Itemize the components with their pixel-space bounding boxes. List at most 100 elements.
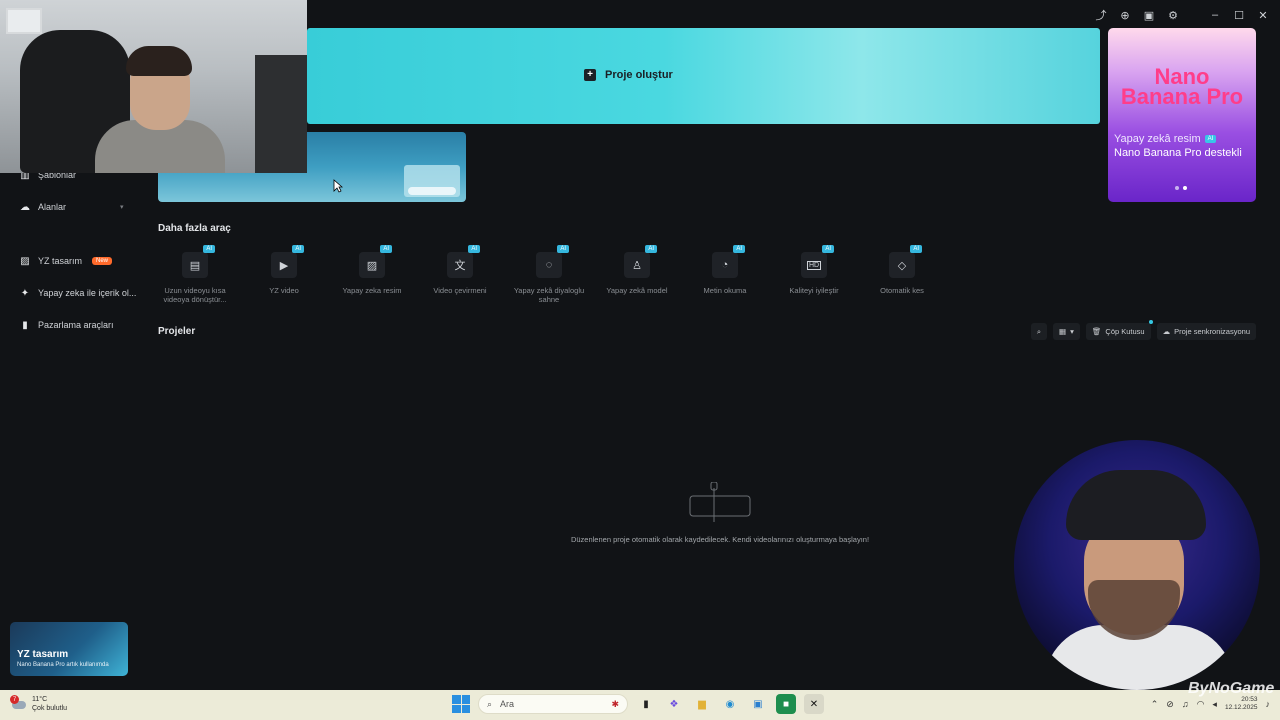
image-icon: ▨ [20,255,30,267]
empty-projects-text: Düzenlenen proje otomatik olarak kaydedi… [570,535,870,544]
person-hair [126,46,192,76]
projects-toolbar: ⌕ ▦ ▾ 🗑 Çöp Kutusu ☁ Proje senkronizasyonu [1030,320,1256,340]
webcam-overlay-right [1014,440,1260,690]
ad-line1-text: Yapay zekâ resim [1114,133,1201,145]
nano-banana-ad[interactable]: Nano Banana Pro Yapay zekâ resim AI Nano… [1108,28,1256,202]
sidebar-item-spaces[interactable]: ☁ Alanlar ▾ [20,202,124,213]
create-project-label: Proje oluştur [605,69,673,81]
sidebar-item-label: Pazarlama araçları [38,320,114,330]
tool-label: Otomatik kes [880,286,924,295]
maximize-icon[interactable]: ☐ [1232,8,1246,22]
chevron-down-icon[interactable]: ▾ [120,203,124,211]
search-icon: ⌕ [487,698,493,709]
notification-bell-icon[interactable]: ♪ [1266,699,1271,709]
trash-button[interactable]: 🗑 Çöp Kutusu [1085,320,1153,340]
tool-label: Video çevirmeni [433,286,487,295]
clock-date: 12.12.2025 [1224,704,1258,711]
tool-long-to-short[interactable]: ▤ AI Uzun videoyu kısa videoya dönüştür..… [155,245,235,304]
ai-badge: AI [468,245,480,253]
tool-enhance-quality[interactable]: HD AI Kaliteyi iyileştir [774,245,854,295]
settings-icon[interactable]: ⚙ [1166,8,1180,22]
ai-badge: AI [203,245,215,253]
tool-text-to-speech[interactable]: ◔ AI Metin okuma [685,245,765,295]
file-explorer-icon[interactable]: ▆ [692,694,712,714]
chevron-up-icon[interactable]: ⌃ [1151,699,1159,710]
volume-icon[interactable]: ◂ [1212,699,1217,710]
store-icon[interactable]: ▣ [748,694,768,714]
tool-label: YZ video [269,286,299,295]
system-tray: ⌃ ⊘ ♫ ◠ ◂ 20:53 12.12.2025 ♪ [1151,696,1270,712]
ai-design-promo[interactable]: YZ tasarım Nano Banana Pro artık kullanı… [10,622,128,676]
tool-label: Yapay zekâ model [606,286,668,295]
minimize-icon[interactable]: – [1208,8,1222,22]
close-icon[interactable]: ✕ [1256,8,1270,22]
card-preview-bar [408,187,456,195]
dialog-icon: ◌ [545,259,553,271]
person-cap [1066,470,1206,540]
weather-widget[interactable]: 7 11°C Çok bulutlu [10,695,67,713]
view-toggle-button[interactable]: ▦ ▾ [1053,323,1080,340]
new-badge: New [92,257,113,265]
speech-icon: ◔ [721,259,729,271]
image-icon: ▨ [366,259,378,272]
feedback-icon[interactable]: ▣ [1142,8,1156,22]
carousel-dot[interactable] [1175,186,1179,190]
tool-label: Yapay zekâ diyaloglu sahne [513,286,585,304]
tool-video-translator[interactable]: 文 AI Video çevirmeni [420,245,500,295]
ad-line2: Nano Banana Pro destekli [1114,147,1242,159]
cloud-sync-icon: ☁ [1162,327,1171,336]
capcut-icon[interactable]: ✕ [804,694,824,714]
tool-dialog-scene[interactable]: ◌ AI Yapay zekâ diyaloglu sahne [509,245,589,304]
network-off-icon[interactable]: ⊘ [1166,699,1174,710]
ai-badge: AI [1204,135,1217,143]
plus-icon: + [584,69,596,81]
create-project-button[interactable]: + Proje oluştur [584,69,673,81]
sparkle-icon: ✦ [20,287,30,299]
sidebar-item-ai-content[interactable]: ✦ Yapay zeka ile içerik ol... [20,287,137,299]
windows-start-icon[interactable] [452,695,470,713]
clock[interactable]: 20:53 12.12.2025 [1225,696,1258,712]
ai-badge: AI [380,245,392,253]
tools-title: Daha fazla araç [158,223,231,234]
mouse-cursor-icon [333,179,343,193]
microphone-icon[interactable]: ♫ [1182,699,1189,709]
app-icon[interactable]: ■ [776,694,796,714]
sidebar-item-label: Alanlar [38,202,67,212]
phone-icon: ▮ [22,319,28,331]
tool-label: Kaliteyi iyileştir [789,286,839,295]
wall-frame [6,8,42,34]
wifi-icon[interactable]: ◠ [1197,699,1205,710]
hd-icon: HD [806,260,822,270]
tool-ai-model[interactable]: ♙ AI Yapay zekâ model [597,245,677,295]
share-icon[interactable]: ⤴ [1094,8,1108,22]
carousel-dot-active[interactable] [1183,186,1187,190]
promo-title: YZ tasarım [17,649,69,660]
tool-ai-video[interactable]: ▶ AI YZ video [244,245,324,295]
tool-ai-image[interactable]: ▨ AI Yapay zeka resim [332,245,412,295]
copilot-icon[interactable]: ❖ [664,694,684,714]
sidebar-item-label: Yapay zeka ile içerik ol... [38,288,137,298]
taskbar-search[interactable]: ⌕ Ara ✱ [478,694,628,714]
projects-title: Projeler [158,326,196,337]
webcam-overlay-left [0,0,307,173]
upload-icon[interactable]: ⊕ [1118,8,1132,22]
sidebar-item-marketing[interactable]: ▮ Pazarlama araçları [20,319,114,331]
task-view-icon[interactable]: ▮ [636,694,656,714]
windows-taskbar: 7 11°C Çok bulutlu ⌕ Ara ✱ ▮ ❖ ▆ ◉ ▣ ■ ✕… [0,690,1280,720]
sidebar-item-ai-design[interactable]: ▨ YZ tasarım New [20,255,113,267]
trash-icon: 🗑 [1091,327,1102,336]
project-sync-button[interactable]: ☁ Proje senkronizasyonu [1156,323,1256,340]
carousel-dots [1175,186,1187,190]
create-project-banner[interactable]: + Proje oluştur [307,28,1100,124]
weather-badge: 7 [10,695,19,704]
search-placeholder: Ara [500,699,515,709]
ai-badge: AI [733,245,745,253]
tool-auto-cut[interactable]: ◇ AI Otomatik kes [862,245,942,295]
ai-badge: AI [292,245,304,253]
empty-projects-icon [689,482,751,522]
search-button[interactable]: ⌕ [1030,323,1048,340]
edge-icon[interactable]: ◉ [720,694,740,714]
play-icon: ▶ [279,259,289,272]
ad-line1: Yapay zekâ resim AI [1114,133,1217,145]
weather-temp: 11°C [32,696,48,703]
